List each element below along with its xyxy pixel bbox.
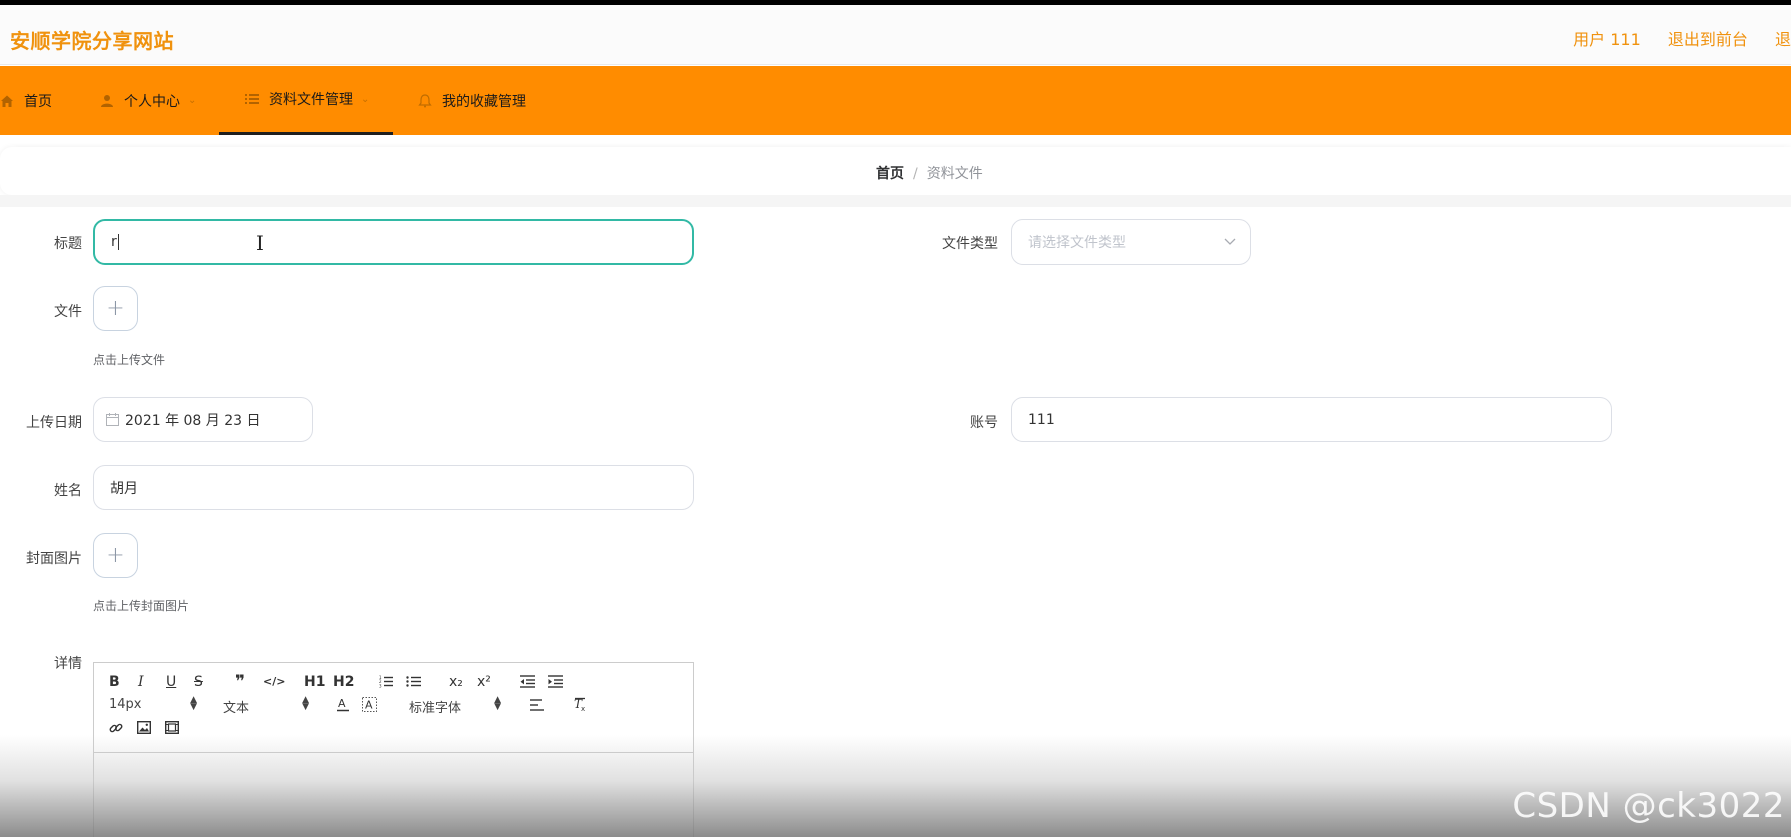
exit-to-front-link[interactable]: 退出到前台 <box>1668 30 1748 49</box>
link-icon[interactable] <box>109 721 123 735</box>
nav-label: 资料文件管理 <box>269 92 353 108</box>
header2-button[interactable]: H2 <box>333 674 354 690</box>
nav-label: 个人中心 <box>124 93 180 110</box>
image-icon[interactable] <box>137 721 151 734</box>
upload-date-input[interactable]: 2021 年 08 月 23 日 <box>93 397 313 442</box>
file-type-placeholder: 请选择文件类型 <box>1028 235 1126 251</box>
main-nav: 首页 个人中心 ⌄ 资料文件管理 ⌄ 我的收藏管理 <box>0 66 1791 135</box>
blockquote-button[interactable]: ❞ <box>235 672 245 692</box>
home-icon <box>1 95 13 107</box>
logout-link[interactable]: 退 <box>1775 30 1791 49</box>
nav-item-home[interactable]: 首页 <box>0 66 80 135</box>
chevron-down-icon: ⌄ <box>188 95 197 106</box>
nav-item-personal-center[interactable]: 个人中心 ⌄ <box>100 66 210 135</box>
cover-label: 封面图片 <box>26 551 82 567</box>
name-input[interactable]: 胡月 <box>93 465 694 510</box>
select-arrows-icon: ▲ ▼ <box>302 695 309 712</box>
code-block-button[interactable]: </> <box>263 675 285 688</box>
strike-button[interactable]: S <box>194 674 203 690</box>
nav-label: 首页 <box>24 93 52 110</box>
cover-upload-button[interactable]: + <box>93 533 138 578</box>
breadcrumb-current: 资料文件 <box>926 166 983 182</box>
svg-text:A: A <box>338 697 346 710</box>
header-actions: 用户 111 退出到前台 退 <box>1551 26 1791 50</box>
account-value: 111 <box>1028 411 1055 428</box>
clear-format-icon[interactable]: Tx <box>572 697 587 712</box>
rich-text-editor: B I U S ❞ </> H1 H2 123 x₂ x² 14px ▲ ▼ 文本 ▲… <box>93 662 694 837</box>
outdent-icon[interactable] <box>520 675 535 688</box>
plus-icon: + <box>106 296 125 321</box>
upload-date-label: 上传日期 <box>26 415 82 431</box>
header-select-value: 文本 <box>223 701 250 716</box>
font-size-value: 14px <box>109 697 142 712</box>
italic-button[interactable]: I <box>138 674 144 690</box>
editor-toolbar: B I U S ❞ </> H1 H2 123 x₂ x² 14px ▲ ▼ 文本 ▲… <box>94 663 693 753</box>
title-input-value: r <box>111 234 117 250</box>
select-arrows-icon: ▲ ▼ <box>494 695 501 712</box>
text-caret <box>117 234 119 250</box>
watermark-text: CSDN @ck3022 <box>1512 786 1785 826</box>
name-value: 胡月 <box>110 480 138 497</box>
bold-button[interactable]: B <box>109 674 120 690</box>
svg-text:A: A <box>365 699 373 712</box>
align-left-icon[interactable] <box>530 699 544 711</box>
header-select[interactable]: 文本 ▲ ▼ <box>223 695 309 717</box>
header1-button[interactable]: H1 <box>304 674 325 690</box>
text-color-icon[interactable]: A <box>336 697 350 712</box>
breadcrumb: 首页 / 资料文件 <box>876 163 983 183</box>
font-size-select[interactable]: 14px ▲ ▼ <box>109 695 197 713</box>
bell-icon <box>418 93 432 107</box>
nav-item-favorites[interactable]: 我的收藏管理 <box>418 66 548 135</box>
title-label: 标题 <box>54 236 82 252</box>
file-upload-button[interactable]: + <box>93 286 138 331</box>
nav-item-file-management[interactable]: 资料文件管理 ⌄ <box>219 66 393 135</box>
video-icon[interactable] <box>165 721 179 734</box>
chevron-down-icon: ⌄ <box>361 93 370 105</box>
subscript-button[interactable]: x₂ <box>449 674 463 690</box>
user-icon <box>101 94 113 107</box>
underline-button[interactable]: U <box>166 674 176 690</box>
font-family-select[interactable]: 标准字体 ▲ ▼ <box>409 695 501 717</box>
file-upload-hint: 点击上传文件 <box>93 353 166 367</box>
ordered-list-icon[interactable]: 123 <box>379 675 393 688</box>
nav-label: 我的收藏管理 <box>442 93 526 110</box>
upload-date-value: 2021 年 08 月 23 日 <box>125 412 261 429</box>
detail-label: 详情 <box>54 656 82 672</box>
calendar-icon <box>106 413 119 426</box>
account-input[interactable]: 111 <box>1011 397 1612 442</box>
site-brand[interactable]: 安顺学院分享网站 <box>10 25 174 54</box>
current-user-link[interactable]: 用户 111 <box>1573 30 1641 49</box>
svg-text:x: x <box>581 705 585 712</box>
breadcrumb-separator: / <box>913 166 918 182</box>
list-icon <box>245 94 259 104</box>
superscript-button[interactable]: x² <box>477 674 491 690</box>
text-cursor-icon: I <box>256 231 264 255</box>
title-input[interactable]: r <box>93 219 694 265</box>
svg-text:3: 3 <box>379 684 382 689</box>
cover-upload-hint: 点击上传封面图片 <box>93 599 190 613</box>
file-type-select[interactable]: 请选择文件类型 <box>1011 219 1251 265</box>
select-arrows-icon: ▲ ▼ <box>190 695 197 712</box>
site-header: 安顺学院分享网站 用户 111 退出到前台 退 <box>0 5 1791 65</box>
breadcrumb-bar: 首页 / 资料文件 <box>0 147 1791 195</box>
file-label: 文件 <box>54 304 82 320</box>
file-type-label: 文件类型 <box>942 236 998 252</box>
background-color-icon[interactable]: A <box>362 697 377 712</box>
content-divider <box>0 195 1791 207</box>
editor-content-area[interactable] <box>94 753 693 837</box>
breadcrumb-home[interactable]: 首页 <box>876 166 904 182</box>
plus-icon: + <box>106 543 125 568</box>
indent-icon[interactable] <box>548 675 563 688</box>
chevron-down-icon <box>1224 238 1236 245</box>
bullet-list-icon[interactable] <box>406 675 421 688</box>
name-label: 姓名 <box>54 483 82 499</box>
font-family-value: 标准字体 <box>409 701 462 716</box>
account-label: 账号 <box>970 415 998 431</box>
